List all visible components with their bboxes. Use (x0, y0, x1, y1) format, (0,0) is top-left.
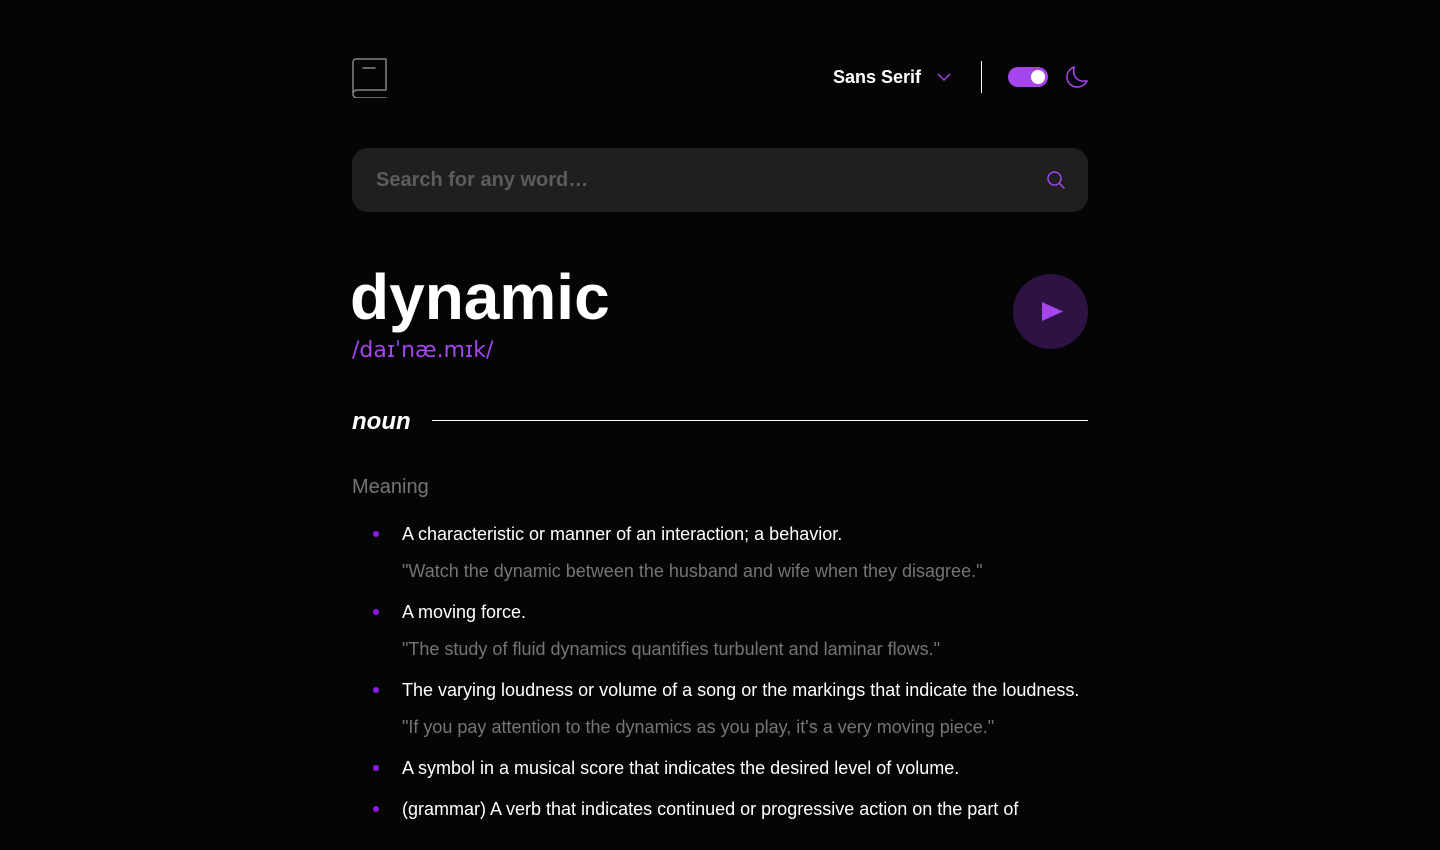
bullet-icon (373, 687, 379, 693)
word-title: dynamic (350, 261, 610, 333)
definition-example: "If you pay attention to the dynamics as… (402, 717, 995, 737)
bullet-icon (373, 765, 379, 771)
part-of-speech-divider (432, 420, 1088, 421)
search-input[interactable] (376, 148, 1016, 212)
definition-text: A characteristic or manner of an interac… (402, 524, 843, 544)
play-icon (1042, 302, 1063, 321)
list-item: A symbol in a musical score that indicat… (352, 756, 1088, 780)
list-item: The varying loudness or volume of a song… (352, 678, 1088, 739)
search-icon[interactable] (1047, 171, 1065, 189)
list-item: (grammar) A verb that indicates continue… (352, 797, 1088, 821)
bullet-icon (373, 609, 379, 615)
bullet-icon (373, 531, 379, 537)
font-selector[interactable]: Sans Serif (833, 64, 951, 90)
definition-list: A characteristic or manner of an interac… (352, 522, 1088, 838)
search-bar (352, 148, 1088, 212)
font-selector-label: Sans Serif (833, 66, 922, 87)
definition-text: A moving force. (402, 602, 527, 622)
bullet-icon (373, 806, 379, 812)
play-audio-button[interactable] (1013, 274, 1088, 349)
definition-example: "The study of fluid dynamics quantifies … (402, 639, 941, 659)
chevron-down-icon (937, 73, 951, 82)
definition-text: The varying loudness or volume of a song… (402, 680, 1080, 700)
book-icon[interactable] (352, 58, 388, 98)
moon-icon (1066, 66, 1088, 88)
part-of-speech-row: noun (352, 406, 1088, 438)
dictionary-page: Sans Serif dynamic /daɪˈnæ.mɪk/ noun Mea… (350, 0, 1088, 850)
definition-text: A symbol in a musical score that indicat… (402, 758, 960, 778)
meaning-heading: Meaning (352, 476, 429, 498)
header: Sans Serif (352, 56, 1088, 98)
definition-example: "Watch the dynamic between the husband a… (402, 561, 983, 581)
phonetic-text: /daɪˈnæ.mɪk/ (352, 338, 494, 363)
list-item: A characteristic or manner of an interac… (352, 522, 1088, 583)
definition-text: (grammar) A verb that indicates continue… (402, 799, 1019, 819)
list-item: A moving force. "The study of fluid dyna… (352, 600, 1088, 661)
toggle-knob (1031, 70, 1045, 84)
theme-toggle[interactable] (1008, 67, 1048, 87)
part-of-speech-label: noun (352, 408, 411, 435)
header-divider (981, 61, 982, 93)
